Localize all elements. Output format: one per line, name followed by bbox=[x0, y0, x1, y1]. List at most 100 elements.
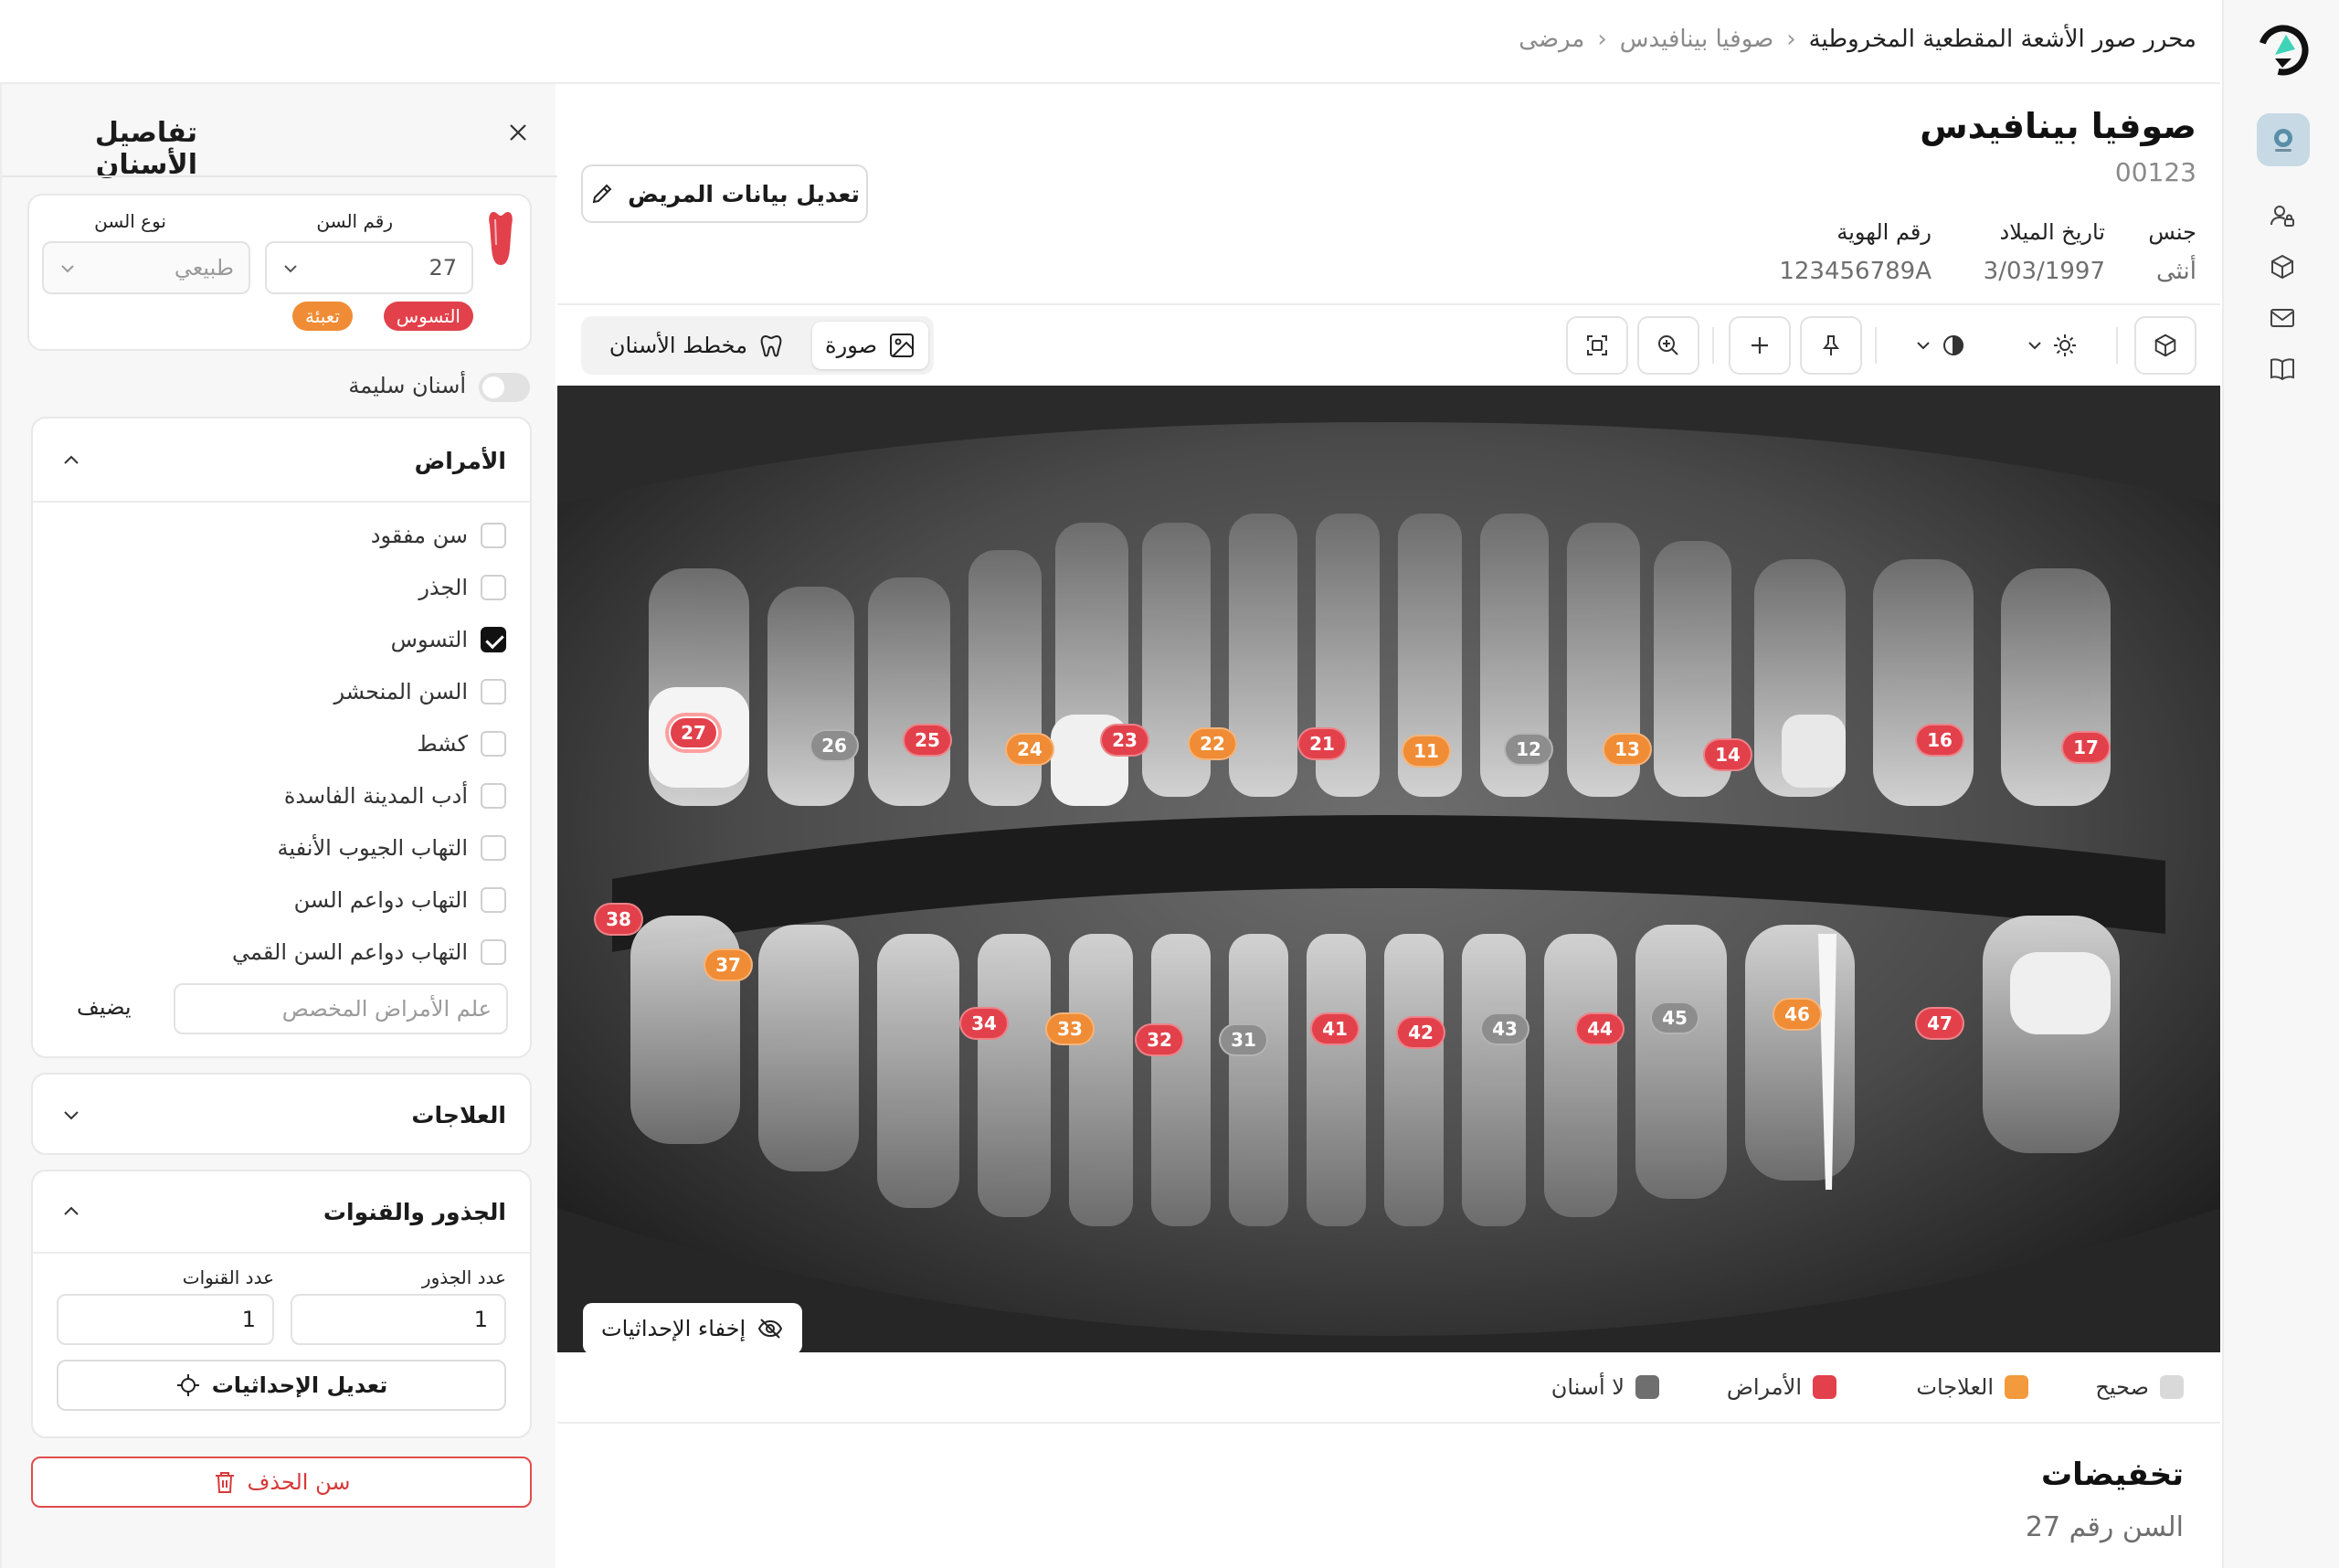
disease-checkbox[interactable] bbox=[481, 731, 506, 757]
canals-count-input[interactable]: 1 bbox=[57, 1294, 274, 1345]
app-logo[interactable] bbox=[2255, 22, 2312, 79]
tooth-marker-42[interactable]: 42 bbox=[1396, 1016, 1445, 1049]
disease-checkbox[interactable] bbox=[481, 523, 506, 548]
disease-option[interactable]: التسوس bbox=[391, 621, 506, 658]
tooth-marker-34[interactable]: 34 bbox=[959, 1007, 1009, 1040]
tooth-marker-14[interactable]: 14 bbox=[1703, 738, 1752, 771]
tooth-number-select[interactable]: 27 bbox=[265, 241, 473, 294]
book-icon[interactable] bbox=[2268, 355, 2297, 384]
disease-option[interactable]: التهاب دواعم السن bbox=[294, 882, 506, 918]
add-button[interactable] bbox=[1729, 316, 1791, 375]
disease-checkbox[interactable] bbox=[481, 575, 506, 600]
legend-label: صحيح bbox=[2095, 1374, 2149, 1400]
tooth-marker-41[interactable]: 41 bbox=[1310, 1012, 1360, 1045]
disease-option[interactable]: الجذر bbox=[418, 569, 506, 606]
fit-screen-button[interactable] bbox=[1566, 316, 1628, 375]
tooth-marker-38[interactable]: 38 bbox=[594, 903, 643, 936]
image-icon bbox=[890, 334, 914, 357]
tooth-marker-12[interactable]: 12 bbox=[1504, 733, 1553, 766]
zoom-in-button[interactable] bbox=[1637, 316, 1699, 375]
patient-id: 00123 bbox=[2114, 157, 2196, 187]
edit-patient-button[interactable]: تعديل بيانات المريض bbox=[581, 164, 868, 223]
cube-icon[interactable] bbox=[2268, 252, 2297, 281]
tooth-marker-11[interactable]: 11 bbox=[1402, 735, 1451, 768]
disease-option[interactable]: كشط bbox=[417, 726, 506, 762]
tooth-marker-33[interactable]: 33 bbox=[1045, 1012, 1095, 1045]
close-icon[interactable] bbox=[506, 121, 530, 144]
gender-value: أنثى bbox=[2156, 258, 2196, 285]
disease-option[interactable]: أدب المدينة الفاسدة bbox=[284, 778, 506, 814]
disease-label: التهاب دواعم السن bbox=[293, 887, 468, 913]
breadcrumb-separator-icon: ‹ bbox=[1786, 26, 1796, 53]
diseases-title[interactable]: الأمراض bbox=[415, 448, 506, 474]
disease-option[interactable]: التهاب الجيوب الأنفية bbox=[278, 830, 506, 866]
icon-sidebar bbox=[2222, 0, 2339, 1568]
edit-coordinates-button[interactable]: تعديل الإحداثيات bbox=[57, 1360, 506, 1411]
3d-view-button[interactable] bbox=[2134, 316, 2196, 375]
status-badge: تعبئة bbox=[291, 302, 353, 331]
breadcrumb-item-editor[interactable]: محرر صور الأشعة المقطعية المخروطية bbox=[1809, 26, 2196, 53]
tooth-marker-47[interactable]: 47 bbox=[1915, 1007, 1964, 1040]
disease-checkbox[interactable] bbox=[481, 939, 506, 965]
hide-coordinates-button[interactable]: إخفاء الإحداثيات bbox=[583, 1303, 803, 1352]
disease-option[interactable]: السن المنحشر bbox=[333, 673, 506, 710]
pin-button[interactable] bbox=[1800, 316, 1862, 375]
disease-option[interactable]: سن مفقود bbox=[371, 517, 506, 554]
disease-option[interactable]: التهاب دواعم السن القمي bbox=[232, 934, 506, 970]
tooth-marker-46[interactable]: 46 bbox=[1773, 998, 1822, 1031]
healthy-teeth-toggle[interactable] bbox=[479, 373, 530, 402]
tooth-marker-27[interactable]: 27 bbox=[669, 716, 718, 749]
healthy-teeth-label: أسنان سليمة bbox=[348, 373, 466, 398]
tooth-marker-43[interactable]: 43 bbox=[1480, 1012, 1529, 1045]
tooth-marker-13[interactable]: 13 bbox=[1603, 733, 1652, 766]
tooth-marker-24[interactable]: 24 bbox=[1005, 733, 1054, 766]
patients-icon[interactable] bbox=[2268, 201, 2297, 230]
tooth-marker-16[interactable]: 16 bbox=[1915, 724, 1964, 757]
disease-label: التسوس bbox=[390, 627, 468, 652]
tab-dental-chart[interactable]: مخطط الأسنان bbox=[597, 322, 797, 369]
disease-checkbox[interactable] bbox=[481, 783, 506, 809]
contrast-dropdown[interactable] bbox=[1889, 316, 1990, 375]
breadcrumb-item-patient[interactable]: صوفيا بينافيدس bbox=[1620, 26, 1773, 53]
brightness-dropdown[interactable] bbox=[2001, 316, 2101, 375]
idnum-value: 123456789A bbox=[1779, 258, 1932, 285]
patient-name: صوفيا بينافيدس bbox=[1920, 106, 2196, 146]
delete-tooth-button[interactable]: سن الحذف bbox=[31, 1457, 532, 1508]
legend-swatch bbox=[2005, 1375, 2028, 1399]
disease-checkbox[interactable] bbox=[481, 679, 506, 705]
tooth-marker-45[interactable]: 45 bbox=[1650, 1001, 1699, 1034]
roots-canals-title[interactable]: الجذور والقنوات bbox=[323, 1199, 506, 1225]
tooth-marker-26[interactable]: 26 bbox=[810, 729, 859, 762]
disease-checkbox[interactable] bbox=[481, 887, 506, 913]
tooth-marker-32[interactable]: 32 bbox=[1135, 1023, 1184, 1056]
tooth-marker-25[interactable]: 25 bbox=[903, 724, 952, 757]
custom-disease-input[interactable]: علم الأمراض المخصص bbox=[174, 983, 508, 1034]
roots-count-label: عدد الجذور bbox=[421, 1266, 506, 1288]
tooth-marker-17[interactable]: 17 bbox=[2061, 731, 2111, 764]
chevron-up-icon[interactable] bbox=[60, 450, 82, 471]
mail-icon[interactable] bbox=[2268, 303, 2297, 333]
tooth-type-select[interactable]: طبيعي bbox=[42, 241, 250, 294]
avatar[interactable] bbox=[2257, 113, 2310, 166]
divider bbox=[33, 501, 530, 503]
disease-checkbox[interactable] bbox=[481, 835, 506, 861]
tooth-marker-21[interactable]: 21 bbox=[1297, 727, 1347, 760]
tooth-marker-23[interactable]: 23 bbox=[1100, 724, 1149, 757]
treatments-accordion[interactable]: العلاجات bbox=[31, 1073, 532, 1155]
tooth-marker-37[interactable]: 37 bbox=[704, 948, 753, 981]
diseases-accordion: الأمراض سن مفقود الجذر التسوس السن المنحشر ك… bbox=[31, 417, 532, 1058]
gender-label: جنس bbox=[2148, 219, 2196, 245]
tooth-marker-31[interactable]: 31 bbox=[1219, 1023, 1268, 1056]
tooth-marker-44[interactable]: 44 bbox=[1575, 1012, 1625, 1045]
tab-image[interactable]: صورة bbox=[812, 322, 928, 369]
add-disease-button[interactable]: يضيف bbox=[77, 994, 132, 1020]
disease-checkbox[interactable] bbox=[481, 627, 506, 652]
chevron-up-icon[interactable] bbox=[60, 1201, 82, 1223]
tooth-marker-22[interactable]: 22 bbox=[1188, 727, 1237, 760]
xray-viewer[interactable]: 27 26 25 24 23 22 21 11 12 13 14 16 17 38 37 34 33 32 31 41… bbox=[557, 386, 2220, 1352]
notes-title: تخفيضات bbox=[2040, 1457, 2184, 1493]
breadcrumb-item-patients[interactable]: مرضى bbox=[1519, 26, 1584, 53]
dob-info: تاريخ الميلاد 3/03/1997 bbox=[1984, 219, 2105, 285]
roots-count-input[interactable]: 1 bbox=[291, 1294, 506, 1345]
chevron-down-icon bbox=[64, 1111, 79, 1120]
